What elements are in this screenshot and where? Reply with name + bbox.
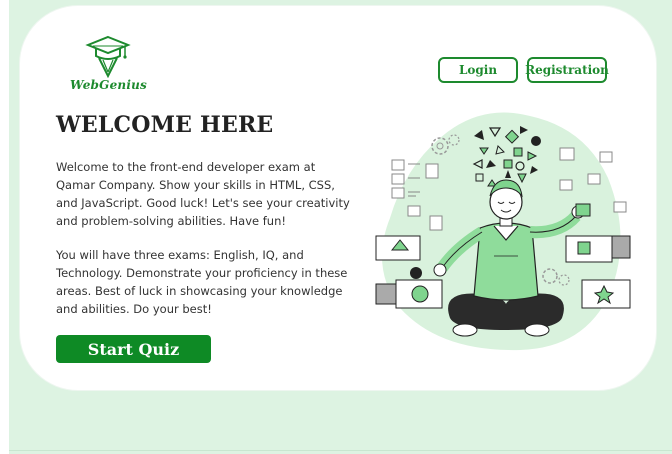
start-quiz-button[interactable]: Start Quiz: [56, 335, 211, 363]
logo[interactable]: WebGenius: [70, 34, 147, 94]
bottom-gridline: [9, 450, 672, 454]
intro-paragraph: Welcome to the front-end developer exam …: [56, 160, 350, 228]
brand-name: WebGenius: [70, 78, 147, 92]
page-title: WELCOME HERE: [56, 112, 274, 138]
login-button[interactable]: Login: [438, 57, 518, 83]
exams-paragraph: You will have three exams: English, IQ, …: [56, 248, 348, 316]
graduation-cap-pencil-icon: [85, 35, 131, 78]
meditating-developer-illustration: [370, 108, 634, 358]
left-edge: [0, 0, 9, 454]
registration-button[interactable]: Registration: [525, 57, 609, 83]
